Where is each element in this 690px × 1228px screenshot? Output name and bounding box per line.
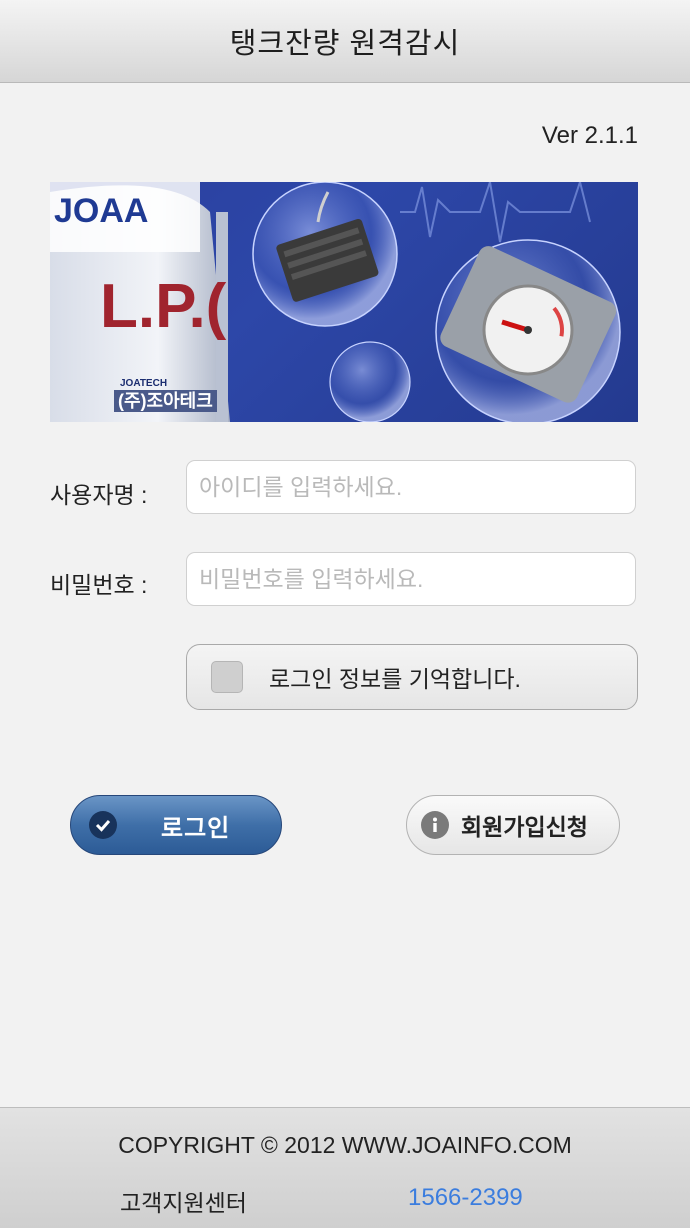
joatech-logo: JOAA [50,182,200,252]
app-title: 탱크잔량 원격감시 [229,28,461,60]
logo-company-name: (주)조아테크 [114,390,217,412]
info-icon [421,811,449,839]
username-label: 사용자명 : [50,482,148,508]
support-phone-link[interactable]: 1566-2399 [408,1184,523,1212]
tank-lpg-text: L.P.( [100,272,227,341]
copyright-text: COPYRIGHT © 2012 WWW.JOAINFO.COM [118,1132,572,1158]
signup-label: 회원가입신청 [461,814,588,840]
remember-checkbox[interactable] [211,661,243,693]
login-label: 로그인 [161,814,231,842]
signup-request-button[interactable]: 회원가입신청 [406,795,620,855]
password-input[interactable] [186,552,636,606]
logo-subtitle: JOATECH [120,378,168,389]
support-center-label: 고객지원센터 [120,1190,247,1216]
version-label: Ver 2.1.1 [541,122,638,149]
logo-text: JOAA [54,192,148,230]
username-input[interactable] [186,460,636,514]
remember-label: 로그인 정보를 기억합니다. [269,666,521,692]
remember-login-toggle[interactable]: 로그인 정보를 기억합니다. [186,644,638,710]
product-banner: L.P.( JOAA JOATECH (주)조아테크 [50,182,638,422]
password-label: 비밀번호 : [50,572,148,598]
login-button[interactable]: 로그인 [70,795,282,855]
app-header: 탱크잔량 원격감시 [0,0,690,83]
check-icon [89,811,117,839]
footer: COPYRIGHT © 2012 WWW.JOAINFO.COM 고객지원센터 … [0,1107,690,1228]
